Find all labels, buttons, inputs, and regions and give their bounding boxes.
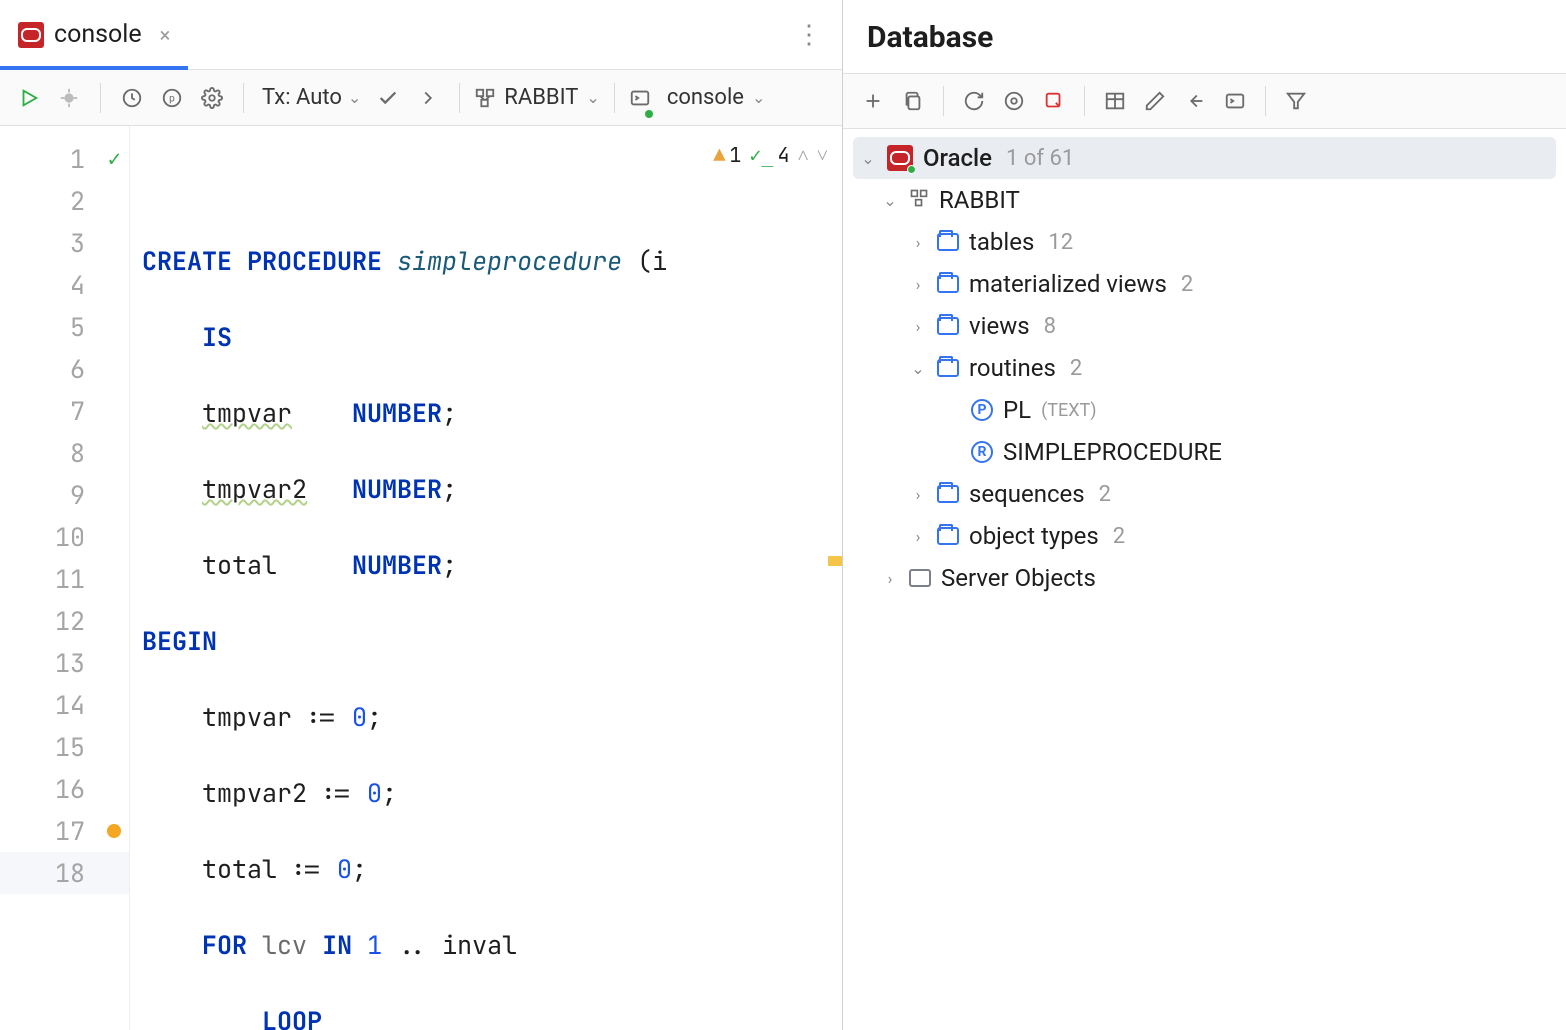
chevron-down-icon[interactable]: ⌄ <box>881 191 899 210</box>
warning-icon: ▲ <box>713 142 725 168</box>
editor-panel: console × ⋮ p Tx: Auto⌄ <box>0 0 843 1030</box>
add-datasource-button[interactable] <box>855 83 891 119</box>
oracle-icon <box>887 145 913 171</box>
procedure-icon: P <box>971 399 993 421</box>
chevron-right-icon[interactable]: › <box>909 275 927 294</box>
refresh-button[interactable] <box>956 83 992 119</box>
close-icon[interactable]: × <box>160 23 171 47</box>
tree-root-oracle[interactable]: ⌄ Oracle 1 of 61 <box>853 137 1556 179</box>
chevron-down-icon[interactable]: ˅ <box>817 142 828 168</box>
check-icon: ✓ <box>108 138 121 180</box>
debug-button[interactable] <box>52 81 86 115</box>
tab-more-icon[interactable]: ⋮ <box>776 20 842 50</box>
edit-button[interactable] <box>1137 83 1173 119</box>
inspection-status[interactable]: ▲1 ✓̲4 ˄ ˅ <box>713 142 828 168</box>
marker-stripe[interactable] <box>828 556 842 566</box>
folder-icon <box>937 527 959 545</box>
tab-title: console <box>54 20 142 49</box>
console-selector[interactable]: console⌄ <box>629 85 766 110</box>
code-editor[interactable]: 1✓ 2 3 4 5 6 7 8 9 10 11 12 13 14 15 16 … <box>0 126 842 1030</box>
history-button[interactable] <box>115 81 149 115</box>
jump-to-console-button[interactable] <box>1177 83 1213 119</box>
rollback-button[interactable] <box>411 81 445 115</box>
chevron-right-icon[interactable]: › <box>909 527 927 546</box>
database-toolbar <box>843 73 1566 129</box>
chevron-right-icon[interactable]: › <box>909 233 927 252</box>
folder-icon <box>937 233 959 251</box>
editor-tabbar: console × ⋮ <box>0 0 842 70</box>
chevron-right-icon[interactable]: › <box>909 317 927 336</box>
tab-console[interactable]: console × <box>0 0 188 69</box>
chevron-up-icon[interactable]: ˄ <box>797 142 808 168</box>
folder-icon <box>937 359 959 377</box>
oracle-icon <box>18 22 44 48</box>
chevron-right-icon[interactable]: › <box>909 485 927 504</box>
chevron-down-icon[interactable]: ⌄ <box>859 149 877 168</box>
code-content[interactable]: ▲1 ✓̲4 ˄ ˅ CREATE PROCEDURE simpleproced… <box>130 126 842 1030</box>
database-panel: Database ⌄ Oracle 1 of 61 ⌄ RABBIT › <box>843 0 1566 1030</box>
database-tree[interactable]: ⌄ Oracle 1 of 61 ⌄ RABBIT › tables12 › m… <box>843 129 1566 607</box>
disconnect-button[interactable] <box>1036 83 1072 119</box>
run-button[interactable] <box>12 81 46 115</box>
commit-button[interactable] <box>371 81 405 115</box>
tree-routine-pl[interactable]: P PL (TEXT) <box>853 389 1556 431</box>
folder-icon <box>937 275 959 293</box>
tree-node-routines[interactable]: ⌄ routines2 <box>853 347 1556 389</box>
server-folder-icon <box>909 569 931 587</box>
editor-toolbar: p Tx: Auto⌄ RABBIT⌄ console⌄ <box>0 70 842 126</box>
tree-node-matviews[interactable]: › materialized views2 <box>853 263 1556 305</box>
chevron-down-icon[interactable]: ⌄ <box>909 359 927 378</box>
open-console-button[interactable] <box>1217 83 1253 119</box>
folder-icon <box>937 485 959 503</box>
duplicate-button[interactable] <box>895 83 931 119</box>
routine-icon: R <box>971 441 993 463</box>
chevron-right-icon[interactable]: › <box>881 569 899 588</box>
tree-node-tables[interactable]: › tables12 <box>853 221 1556 263</box>
database-title: Database <box>843 0 1566 73</box>
bulb-icon[interactable] <box>107 824 121 838</box>
filter-button[interactable] <box>1278 83 1314 119</box>
editor-gutter: 1✓ 2 3 4 5 6 7 8 9 10 11 12 13 14 15 16 … <box>0 126 130 1030</box>
tree-schema-rabbit[interactable]: ⌄ RABBIT <box>853 179 1556 221</box>
tree-server-objects[interactable]: › Server Objects <box>853 557 1556 599</box>
folder-icon <box>937 317 959 335</box>
weak-warning-icon: ✓̲ <box>749 142 773 168</box>
schema-selector[interactable]: RABBIT⌄ <box>474 85 600 110</box>
svg-text:p: p <box>169 93 175 104</box>
tx-mode-selector[interactable]: Tx: Auto⌄ <box>258 85 365 110</box>
schema-icon <box>909 186 929 214</box>
explain-plan-button[interactable]: p <box>155 81 189 115</box>
table-view-button[interactable] <box>1097 83 1133 119</box>
datasource-properties-button[interactable] <box>996 83 1032 119</box>
settings-button[interactable] <box>195 81 229 115</box>
tree-node-views[interactable]: › views8 <box>853 305 1556 347</box>
tree-routine-simpleprocedure[interactable]: R SIMPLEPROCEDURE <box>853 431 1556 473</box>
tree-node-objecttypes[interactable]: › object types2 <box>853 515 1556 557</box>
tree-node-sequences[interactable]: › sequences2 <box>853 473 1556 515</box>
